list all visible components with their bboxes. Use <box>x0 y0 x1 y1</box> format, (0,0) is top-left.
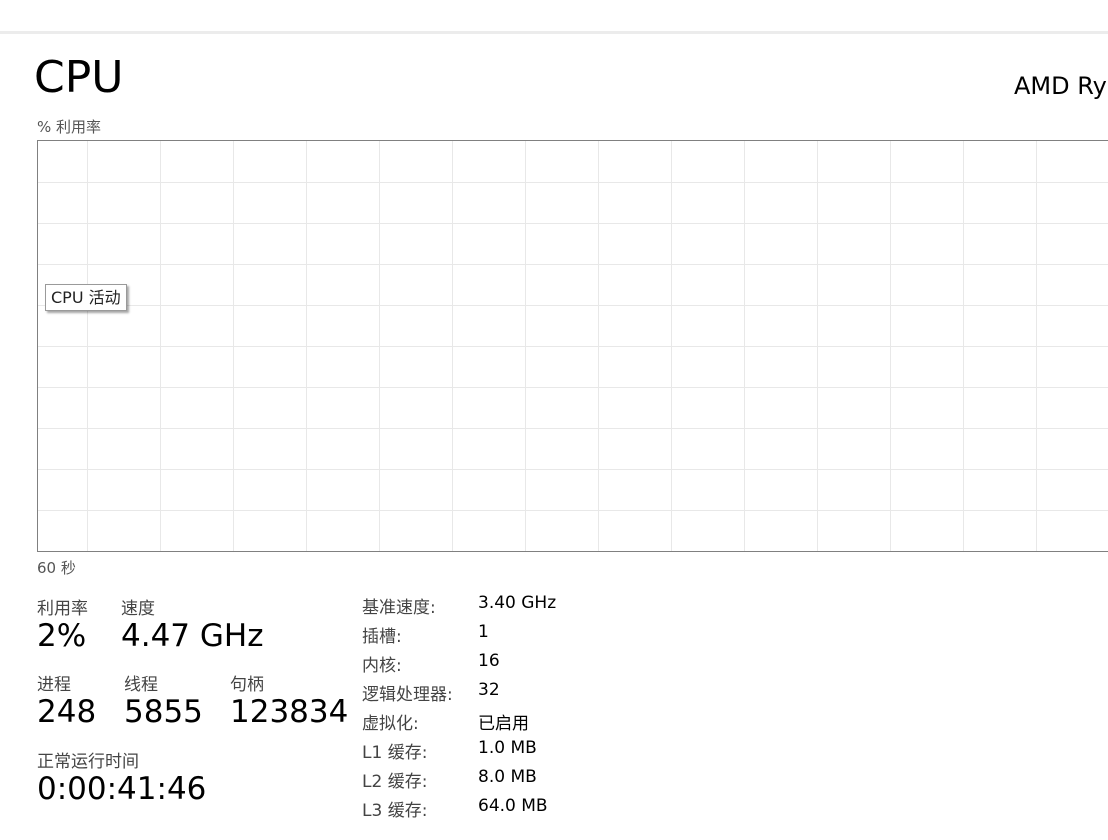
spec-value-cores: 16 <box>478 651 500 671</box>
spec-key-logical-processors: 逻辑处理器: <box>362 685 453 705</box>
spec-key-l3-cache: L3 缓存: <box>362 801 428 821</box>
spec-key-sockets: 插槽: <box>362 627 402 647</box>
spec-key-base-speed: 基准速度: <box>362 598 436 618</box>
uptime-value: 0:00:41:46 <box>37 771 207 807</box>
spec-value-l1-cache: 1.0 MB <box>478 738 537 758</box>
spec-value-l3-cache: 64.0 MB <box>478 796 548 816</box>
speed-label: 速度 <box>121 599 155 619</box>
utilization-value: 2% <box>37 618 87 654</box>
graph-grid <box>38 141 1108 551</box>
cpu-utilization-graph[interactable] <box>37 140 1108 552</box>
spec-value-virtualization: 已启用 <box>478 714 529 734</box>
utilization-label: 利用率 <box>37 599 88 619</box>
handles-label: 句柄 <box>230 675 264 695</box>
spec-key-virtualization: 虚拟化: <box>362 714 419 734</box>
threads-value: 5855 <box>124 694 203 730</box>
cpu-model-name: AMD Ry <box>1014 72 1107 100</box>
graph-x-label: 60 秒 <box>37 559 76 577</box>
speed-value: 4.47 GHz <box>121 618 264 654</box>
top-bar <box>0 0 1108 34</box>
processes-label: 进程 <box>37 675 71 695</box>
spec-key-l1-cache: L1 缓存: <box>362 743 428 763</box>
spec-value-logical-processors: 32 <box>478 680 500 700</box>
graph-y-label: % 利用率 <box>37 118 102 136</box>
graph-tooltip: CPU 活动 <box>45 284 127 311</box>
processes-value: 248 <box>37 694 97 730</box>
page-title: CPU <box>34 52 124 103</box>
spec-key-l2-cache: L2 缓存: <box>362 772 428 792</box>
spec-key-cores: 内核: <box>362 656 402 676</box>
spec-value-l2-cache: 8.0 MB <box>478 767 537 787</box>
handles-value: 123834 <box>230 694 349 730</box>
threads-label: 线程 <box>124 675 158 695</box>
uptime-label: 正常运行时间 <box>37 752 139 772</box>
spec-value-base-speed: 3.40 GHz <box>478 593 557 613</box>
spec-value-sockets: 1 <box>478 622 489 642</box>
